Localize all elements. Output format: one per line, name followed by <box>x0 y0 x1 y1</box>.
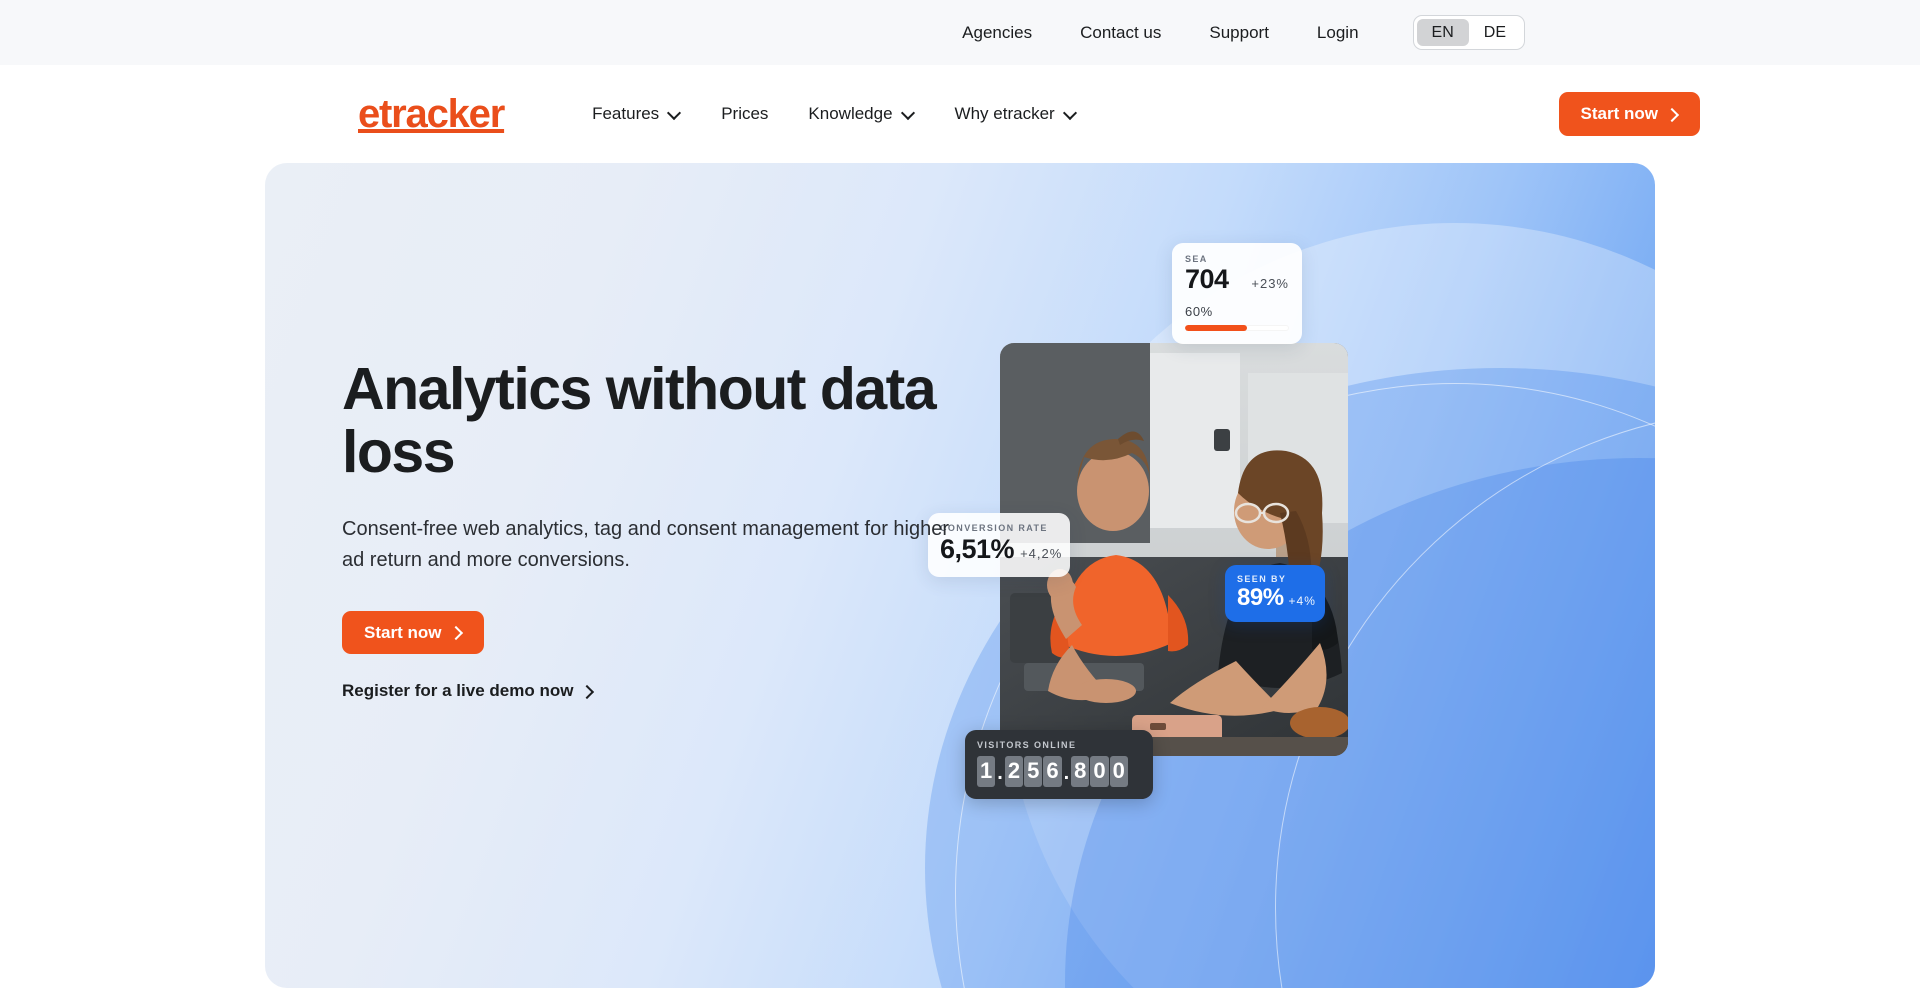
visitors-digit: 0 <box>1090 756 1109 787</box>
nav-item-knowledge[interactable]: Knowledge <box>788 104 934 124</box>
header-start-now-label: Start now <box>1580 104 1658 123</box>
chevron-right-icon <box>1667 109 1678 120</box>
nav-item-label: Why etracker <box>954 104 1055 123</box>
visitors-digit: 2 <box>1004 756 1024 787</box>
hero-live-demo-label: Register for a live demo now <box>342 681 574 701</box>
sea-card-progress-fill <box>1185 324 1248 331</box>
main-header: etracker Features Prices Knowledge Why e… <box>0 65 1920 163</box>
visitors-counter: 1.256.800 <box>977 756 1141 787</box>
sea-card-progress-bar <box>1185 324 1289 331</box>
sea-card-delta: +23% <box>1251 276 1289 291</box>
nav-item-prices[interactable]: Prices <box>701 104 788 124</box>
nav-item-label: Features <box>592 104 660 123</box>
chevron-down-icon <box>902 107 915 120</box>
conversion-card-delta: +4,2% <box>1020 546 1063 561</box>
nav-item-why-etracker[interactable]: Why etracker <box>935 104 1097 124</box>
etracker-logo[interactable]: etracker <box>358 94 505 134</box>
chevron-right-icon <box>582 686 593 697</box>
visitors-digit-separator: . <box>1063 762 1070 784</box>
visitors-digit: 6 <box>1043 756 1062 787</box>
language-option-de[interactable]: DE <box>1469 19 1521 46</box>
hero-media: SEA 704 +23% 60% Conversion rate 6,51% +… <box>928 243 1350 799</box>
sea-card-label: SEA <box>1185 254 1208 264</box>
sea-card-value: 704 <box>1185 264 1229 294</box>
visitors-digit: 1 <box>977 756 996 787</box>
visitors-card-label: Visitors online <box>977 740 1077 750</box>
chevron-down-icon <box>1064 107 1077 120</box>
seen-by-card-label: Seen by <box>1237 574 1287 584</box>
hero-start-now-button[interactable]: Start now <box>342 611 485 655</box>
hero-subtitle: Consent-free web analytics, tag and cons… <box>342 518 950 571</box>
topbar-link-agencies[interactable]: Agencies <box>938 24 1056 41</box>
seen-by-card-delta: +4% <box>1288 594 1316 608</box>
header-start-now-button[interactable]: Start now <box>1558 92 1700 136</box>
main-navigation: Features Prices Knowledge Why etracker <box>572 104 1097 124</box>
hero-title: Analytics without data loss <box>342 356 937 486</box>
hero-section: Analytics without data loss Consent-free… <box>265 163 1655 988</box>
nav-item-features[interactable]: Features <box>572 104 701 124</box>
visitors-digit: 0 <box>1109 756 1128 787</box>
utility-bar: Agencies Contact us Support Login EN DE <box>0 0 1920 65</box>
language-toggle[interactable]: EN DE <box>1412 15 1525 50</box>
sea-card-percent-label: 60% <box>1185 303 1213 319</box>
seen-by-card-value: 89% <box>1237 584 1284 611</box>
hero-start-now-label: Start now <box>364 622 442 642</box>
stat-card-visitors-online: Visitors online 1.256.800 <box>965 730 1153 799</box>
topbar-link-support[interactable]: Support <box>1185 24 1293 41</box>
hero-content: Analytics without data loss Consent-free… <box>342 356 982 701</box>
hero-section-wrapper: Analytics without data loss Consent-free… <box>0 163 1920 993</box>
nav-item-label: Knowledge <box>808 104 893 123</box>
nav-item-label: Prices <box>721 104 769 123</box>
language-option-en[interactable]: EN <box>1416 19 1469 46</box>
stat-card-seen-by: Seen by 89% +4% <box>1225 565 1325 623</box>
visitors-digit-separator: . <box>997 762 1003 784</box>
stat-card-sea: SEA 704 +23% 60% <box>1172 243 1302 344</box>
chevron-down-icon <box>668 107 681 120</box>
visitors-digit: 5 <box>1024 756 1043 787</box>
visitors-digit: 8 <box>1071 756 1090 787</box>
topbar-link-contact-us[interactable]: Contact us <box>1056 24 1185 41</box>
topbar-link-login[interactable]: Login <box>1293 24 1383 41</box>
chevron-right-icon <box>451 627 462 638</box>
hero-live-demo-link[interactable]: Register for a live demo now <box>342 681 593 701</box>
